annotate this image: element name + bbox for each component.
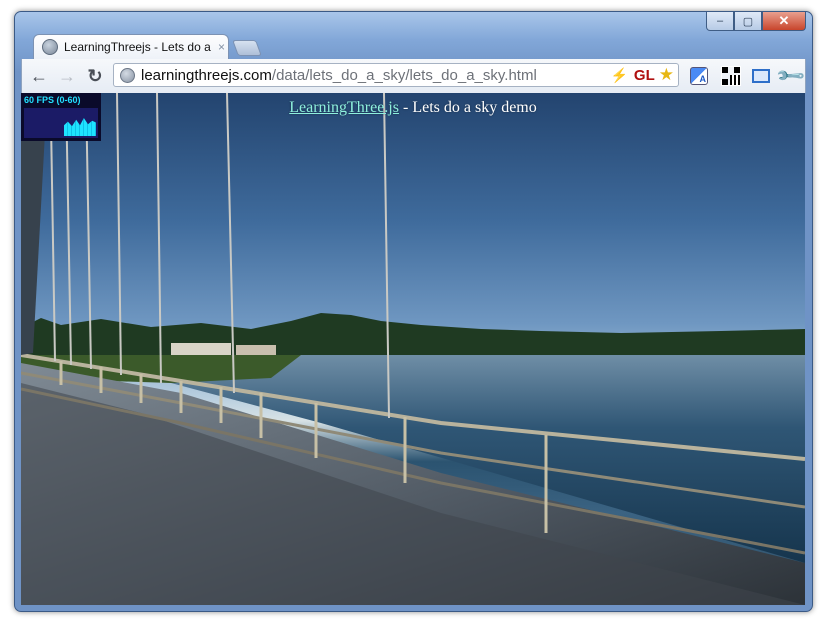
url-path: /data/lets_do_a_sky/lets_do_a_sky.html <box>271 66 537 84</box>
tab-strip: LearningThreejs - Lets do a × <box>21 34 806 60</box>
fps-counter: 60 FPS (0-60) <box>24 95 81 105</box>
fullscreen-icon <box>752 69 770 83</box>
tab-close-icon[interactable]: × <box>218 40 225 54</box>
translate-glyph: A <box>699 74 707 84</box>
fps-graph-bars <box>64 118 96 136</box>
close-window-button[interactable]: ✕ <box>762 12 806 31</box>
webgl-canvas[interactable]: LearningThree.js - Lets do a sky demo 60… <box>21 93 805 605</box>
demo-title: LearningThree.js - Lets do a sky demo <box>21 99 805 117</box>
wrench-icon: 🔧 <box>775 60 808 93</box>
forward-button[interactable]: → <box>56 65 78 87</box>
webgl-badge-icon[interactable]: GL <box>634 67 655 84</box>
address-bar[interactable]: learningthreejs.com/data/lets_do_a_sky/l… <box>113 63 679 87</box>
translate-icon: A <box>690 67 708 85</box>
reload-button[interactable]: ↻ <box>84 65 106 87</box>
demo-title-text: - Lets do a sky demo <box>398 99 537 116</box>
qr-code-extension-button[interactable] <box>720 65 742 87</box>
fps-graph <box>24 108 98 138</box>
url-text[interactable]: learningthreejs.com/data/lets_do_a_sky/l… <box>141 67 537 84</box>
navigation-toolbar: ← → ↻ learningthreejs.com/data/lets_do_a… <box>21 59 808 93</box>
window-caption-buttons: – ▢ ✕ <box>706 12 806 32</box>
learningthreejs-link[interactable]: LearningThree.js <box>289 99 399 116</box>
new-tab-button[interactable] <box>232 40 262 56</box>
qr-code-icon <box>721 66 741 86</box>
page-globe-icon <box>120 67 135 83</box>
browser-window: – ▢ ✕ LearningThreejs - Lets do a × ← → … <box>14 11 813 612</box>
minimize-button[interactable]: – <box>706 12 734 31</box>
tab-title: LearningThreejs - Lets do a <box>64 40 211 54</box>
settings-menu-button[interactable]: 🔧 <box>776 61 808 93</box>
back-button[interactable]: ← <box>28 65 50 87</box>
globe-icon <box>42 39 58 55</box>
url-host: learningthreejs.com <box>141 66 272 84</box>
maximize-button[interactable]: ▢ <box>734 12 762 31</box>
omnibox-actions: ⚡ GL ★ <box>610 65 678 85</box>
lightning-icon[interactable]: ⚡ <box>610 67 627 84</box>
tab-active[interactable]: LearningThreejs - Lets do a × <box>33 34 229 59</box>
fullscreen-extension-button[interactable] <box>750 65 772 87</box>
fps-stats-panel[interactable]: 60 FPS (0-60) <box>21 93 101 141</box>
bookmark-star-icon[interactable]: ★ <box>659 65 674 85</box>
panorama-scene <box>21 93 805 605</box>
translate-extension-button[interactable]: A <box>688 65 710 87</box>
